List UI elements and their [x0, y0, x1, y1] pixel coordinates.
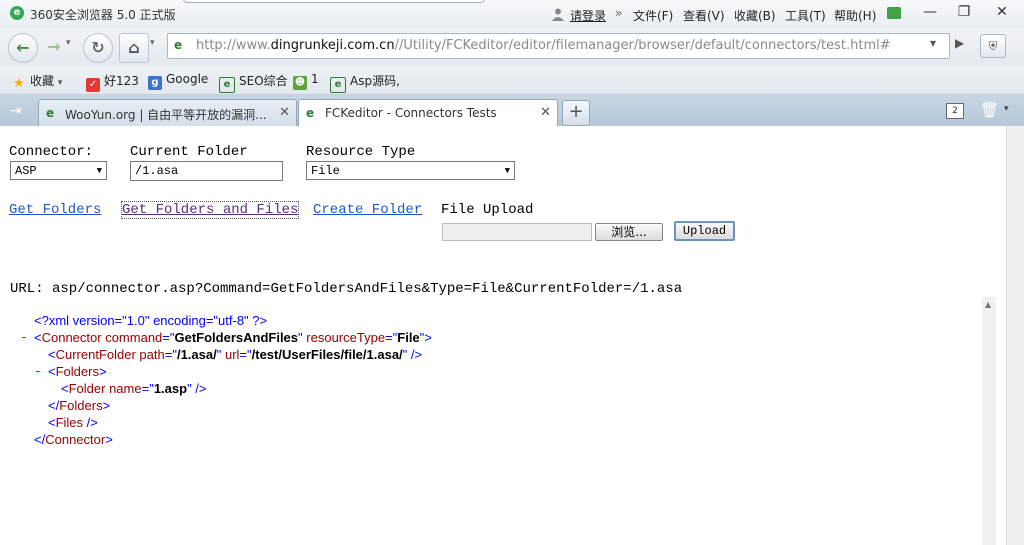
security-shield-icon[interactable]: ⛨ — [980, 34, 1006, 58]
page-icon: e — [174, 38, 183, 52]
bookmark-label: 好123 — [104, 74, 139, 88]
connector-select[interactable]: ASP ▼ — [10, 161, 107, 180]
bookmark-hao123[interactable]: ✓ 好123 — [86, 72, 139, 92]
current-folder-input[interactable]: /1.asa — [130, 161, 283, 181]
menu-view[interactable]: 查看(V) — [683, 7, 725, 24]
tab-fckeditor[interactable]: e FCKeditor - Connectors Tests ✕ — [298, 99, 558, 127]
menu-help[interactable]: 帮助(H) — [834, 7, 876, 24]
minimize-button[interactable]: — — [916, 2, 944, 22]
page-icon: e — [330, 77, 346, 93]
user-icon — [552, 8, 564, 21]
connector-value: ASP — [15, 164, 37, 178]
file-path-input[interactable] — [442, 223, 592, 241]
bookmark-asp[interactable]: e Asp源码, — [330, 72, 400, 93]
bookmark-label: Asp源码, — [350, 74, 400, 88]
connector-command-value: GetFoldersAndFiles — [174, 330, 299, 345]
google-icon: g — [148, 76, 162, 90]
url-path: //Utility/FCKeditor/editor/filemanager/b… — [394, 38, 891, 53]
browser-logo-icon: e — [10, 6, 24, 20]
skin-shirt-icon[interactable] — [887, 7, 901, 19]
resource-type-select[interactable]: File ▼ — [306, 161, 515, 180]
sidebar-toggle-icon[interactable]: ⇥ — [10, 103, 22, 119]
star-icon: ★ — [13, 76, 25, 91]
page-scrollbar[interactable] — [1006, 126, 1024, 545]
bookmarks-dropdown-icon: ▾ — [57, 78, 63, 88]
hao123-icon: ✓ — [86, 78, 100, 92]
bookmark-favorites[interactable]: ★ 收藏 ▾ — [12, 72, 62, 91]
tab-count-badge[interactable]: 2 — [946, 103, 964, 119]
menu-tools[interactable]: 工具(T) — [785, 7, 826, 24]
window-title: 360安全浏览器 5.0 正式版 — [30, 8, 176, 22]
person-icon: ☻ — [293, 76, 307, 90]
file-upload-label: File Upload — [441, 202, 534, 218]
xml-folders-open: <Folders> — [48, 364, 107, 379]
close-tab-icon[interactable]: ✕ — [279, 105, 290, 120]
xml-folder: <Folder name="1.asp" /> — [61, 381, 207, 396]
page-icon: e — [219, 77, 235, 93]
current-folder-path-value: /1.asa/ — [176, 347, 217, 362]
back-button[interactable]: ← — [8, 33, 38, 63]
go-icon[interactable]: ▶ — [955, 36, 964, 50]
login-link[interactable]: 请登录 — [570, 7, 606, 24]
bookmark-seo[interactable]: e SEO综合 — [219, 72, 288, 93]
bookmark-label: 1 — [311, 72, 319, 86]
forward-button[interactable]: → — [40, 33, 68, 61]
chevron-down-icon: ▼ — [96, 166, 102, 176]
refresh-button[interactable]: ↻ — [83, 33, 113, 63]
forward-dropdown-icon[interactable]: ▾ — [66, 38, 74, 48]
xml-connector-close: </Connector> — [34, 432, 113, 447]
new-tab-button[interactable]: + — [562, 100, 590, 126]
bookmark-1[interactable]: ☻ 1 — [293, 72, 319, 90]
page-icon: e — [306, 106, 315, 120]
xml-current-folder: <CurrentFolder path="/1.asa/" url="/test… — [48, 347, 423, 362]
chevron-down-icon: ▼ — [504, 166, 510, 176]
tab-label: WooYun.org | 自由平等开放的漏洞... — [65, 108, 267, 122]
request-url-text: URL: asp/connector.asp?Command=GetFolder… — [10, 281, 683, 297]
home-button[interactable]: ⌂ — [119, 33, 149, 63]
url-domain: dingrunkeji.com.cn — [270, 38, 395, 53]
trash-dropdown-icon[interactable]: ▾ — [1004, 104, 1009, 114]
close-window-button[interactable]: ✕ — [988, 2, 1016, 22]
folder-name-value: 1.asp — [153, 381, 188, 396]
bookmark-label: Google — [166, 72, 209, 86]
get-folders-and-files-link[interactable]: Get Folders and Files — [120, 201, 300, 219]
scroll-up-arrow-icon[interactable]: ▲ — [985, 300, 991, 309]
tab-wooyun[interactable]: e WooYun.org | 自由平等开放的漏洞... ✕ — [38, 99, 297, 127]
xml-folders-close: </Folders> — [48, 398, 111, 413]
connector-resource-value: File — [397, 330, 420, 345]
close-tab-icon[interactable]: ✕ — [540, 105, 551, 120]
trash-icon[interactable]: 🗑 — [980, 101, 999, 119]
restore-button[interactable]: ❐ — [950, 2, 978, 22]
menu-favorites[interactable]: 收藏(B) — [734, 7, 776, 24]
create-folder-link[interactable]: Create Folder — [313, 202, 422, 218]
xml-declaration: <?xml version="1.0" encoding="utf-8" ?> — [34, 313, 268, 328]
bookmark-google[interactable]: g Google — [148, 72, 208, 90]
collapse-folders-toggle[interactable]: - — [34, 364, 42, 379]
url-prefix: http://www. — [196, 38, 271, 53]
title-tab-hint — [183, 0, 485, 3]
address-text[interactable]: http://www.dingrunkeji.com.cn//Utility/F… — [196, 38, 891, 53]
menu-chevron-icon: » — [615, 6, 623, 20]
home-dropdown-icon[interactable]: ▾ — [150, 38, 158, 48]
current-folder-label: Current Folder — [130, 144, 248, 160]
xml-files: <Files /> — [48, 415, 98, 430]
connector-label: Connector: — [9, 144, 94, 160]
current-folder-url-value: /test/UserFiles/file/1.asa/ — [251, 347, 403, 362]
upload-button[interactable]: Upload — [674, 221, 735, 241]
resource-type-value: File — [311, 164, 340, 178]
browse-button[interactable]: 浏览... — [595, 223, 663, 241]
get-folders-link[interactable]: Get Folders — [9, 202, 101, 218]
collapse-connector-toggle[interactable]: - — [20, 330, 28, 345]
xml-connector-open: <Connector command="GetFoldersAndFiles" … — [34, 330, 432, 345]
bookmark-label: 收藏 — [30, 74, 55, 88]
page-icon: e — [46, 106, 55, 120]
bookmark-label: SEO综合 — [239, 74, 288, 88]
resource-type-label: Resource Type — [306, 144, 416, 160]
menu-file[interactable]: 文件(F) — [633, 7, 673, 24]
address-dropdown-icon[interactable]: ▾ — [930, 36, 936, 50]
xml-frame-scrollbar[interactable]: ▲ — [982, 297, 996, 545]
tab-label: FCKeditor - Connectors Tests — [325, 106, 497, 120]
